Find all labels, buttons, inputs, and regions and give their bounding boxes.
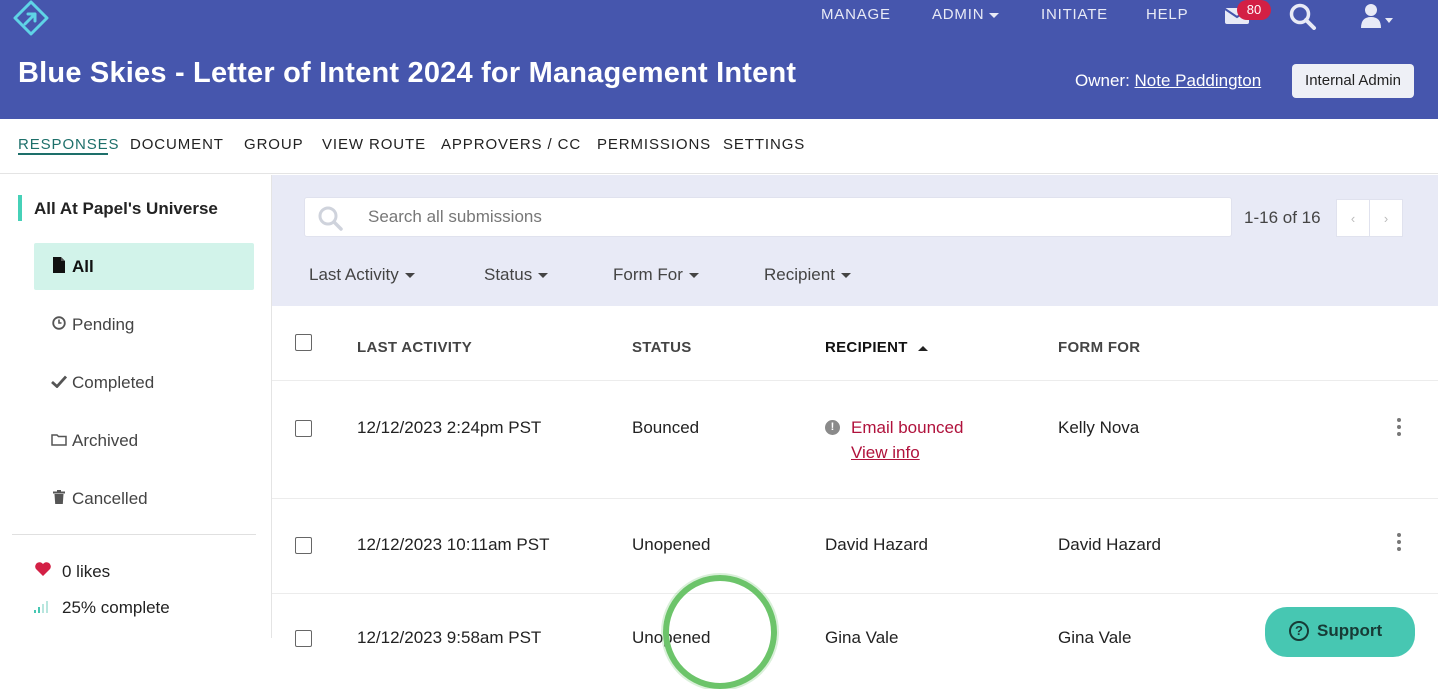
- view-info-link[interactable]: View info: [851, 443, 920, 463]
- sidebar-item-completed[interactable]: Completed: [34, 359, 254, 406]
- prev-page-button[interactable]: ‹: [1336, 199, 1370, 237]
- sort-ascending-icon: [917, 345, 928, 351]
- row-checkbox[interactable]: [295, 420, 312, 437]
- filter-form-for[interactable]: Form For: [613, 265, 699, 285]
- owner-label: Owner:: [1075, 71, 1130, 90]
- completion-stat: 25% complete: [34, 598, 170, 618]
- folder-icon: [50, 433, 68, 449]
- column-last-activity[interactable]: LAST ACTIVITY: [357, 339, 472, 356]
- app-logo-icon[interactable]: [11, 0, 51, 36]
- tab-document[interactable]: DOCUMENT: [130, 136, 224, 153]
- filter-last-activity[interactable]: Last Activity: [309, 265, 415, 285]
- check-icon: [50, 375, 68, 391]
- sidebar-item-archived[interactable]: Archived: [34, 417, 254, 464]
- sidebar-item-label: Archived: [72, 430, 139, 450]
- tab-approvers-cc[interactable]: APPROVERS / CC: [441, 136, 581, 153]
- support-button[interactable]: ? Support: [1265, 607, 1415, 657]
- nav-initiate[interactable]: INITIATE: [1041, 6, 1108, 23]
- filter-panel: [272, 175, 1438, 306]
- last-activity-cell: 12/12/2023 2:24pm PST: [357, 418, 542, 437]
- row-menu-icon[interactable]: [1394, 417, 1404, 437]
- loading-spinner: [663, 575, 777, 689]
- next-page-button[interactable]: ›: [1369, 199, 1403, 237]
- owner-info: Owner: Note Paddington: [1075, 71, 1261, 91]
- sidebar-group-title[interactable]: All At Papel's Universe: [34, 199, 218, 219]
- owner-link[interactable]: Note Paddington: [1135, 71, 1262, 90]
- tab-permissions[interactable]: PERMISSIONS: [597, 136, 711, 153]
- likes-count: 0 likes: [62, 561, 111, 581]
- nav-help[interactable]: HELP: [1146, 6, 1188, 23]
- internal-admin-button[interactable]: Internal Admin: [1292, 64, 1414, 98]
- clock-icon: [50, 316, 68, 333]
- row-divider: [272, 498, 1438, 499]
- recipient-cell: David Hazard: [825, 535, 928, 554]
- sidebar-item-pending[interactable]: Pending: [34, 301, 254, 348]
- status-cell: Bounced: [632, 418, 700, 437]
- trash-icon: [50, 490, 68, 507]
- form-for-cell: Kelly Nova: [1058, 418, 1140, 437]
- sidebar-item-label: All: [72, 256, 94, 276]
- filter-label: Status: [484, 265, 533, 284]
- tab-settings[interactable]: SETTINGS: [723, 136, 805, 153]
- row-divider: [272, 593, 1438, 594]
- support-label: Support: [1317, 621, 1383, 640]
- table-header-divider: [272, 380, 1438, 381]
- recipient-error: Email bounced: [851, 418, 964, 437]
- column-form-for[interactable]: FORM FOR: [1058, 339, 1140, 356]
- search-icon[interactable]: [1288, 2, 1318, 30]
- column-status[interactable]: STATUS: [632, 339, 692, 356]
- tab-view-route[interactable]: VIEW ROUTE: [322, 136, 426, 153]
- notification-badge: 80: [1237, 0, 1271, 20]
- chevron-down-icon: [404, 273, 415, 279]
- row-checkbox[interactable]: [295, 630, 312, 647]
- row-checkbox[interactable]: [295, 537, 312, 554]
- search-icon: [318, 206, 343, 231]
- page-title: Blue Skies - Letter of Intent 2024 for M…: [18, 57, 797, 89]
- column-label: RECIPIENT: [825, 339, 908, 356]
- pagination-range: 1-16 of 16: [1244, 208, 1321, 227]
- nav-admin-label: ADMIN: [932, 6, 985, 23]
- likes-stat: 0 likes: [34, 561, 110, 582]
- sidebar-item-all[interactable]: All: [34, 243, 254, 290]
- filter-label: Last Activity: [309, 265, 399, 284]
- chevron-down-icon: [840, 273, 851, 279]
- filter-recipient[interactable]: Recipient: [764, 265, 851, 285]
- sidebar-item-cancelled[interactable]: Cancelled: [34, 475, 254, 522]
- sidebar-item-label: Pending: [72, 314, 135, 334]
- chevron-right-icon: ›: [1383, 210, 1389, 226]
- chevron-left-icon: ‹: [1350, 210, 1356, 226]
- recipient-cell: Gina Vale: [825, 628, 899, 647]
- nav-manage[interactable]: MANAGE: [821, 6, 891, 23]
- sidebar-item-label: Completed: [72, 372, 155, 392]
- chevron-down-icon: [538, 273, 549, 279]
- signal-bars-icon: [34, 598, 54, 618]
- tab-responses[interactable]: RESPONSES: [18, 136, 119, 153]
- alert-icon: !: [825, 420, 840, 435]
- filter-status[interactable]: Status: [484, 265, 549, 285]
- search-input[interactable]: [368, 205, 1208, 229]
- completion-text: 25% complete: [62, 598, 170, 617]
- help-circle-icon: ?: [1289, 621, 1309, 641]
- last-activity-cell: 12/12/2023 10:11am PST: [357, 535, 550, 554]
- status-cell: Unopened: [632, 535, 711, 554]
- user-menu-icon[interactable]: [1360, 2, 1396, 30]
- sidebar-divider: [12, 534, 256, 535]
- group-indicator: [18, 195, 22, 221]
- chevron-down-icon: [688, 273, 699, 279]
- nav-admin[interactable]: ADMIN: [932, 6, 1000, 23]
- form-for-cell: Gina Vale: [1058, 628, 1132, 647]
- active-tab-indicator: [18, 153, 108, 155]
- select-all-checkbox[interactable]: [295, 334, 312, 351]
- filter-label: Form For: [613, 265, 683, 284]
- file-icon: [50, 257, 68, 276]
- column-recipient[interactable]: RECIPIENT: [825, 339, 928, 356]
- filter-label: Recipient: [764, 265, 835, 284]
- last-activity-cell: 12/12/2023 9:58am PST: [357, 628, 542, 647]
- form-for-cell: David Hazard: [1058, 535, 1161, 554]
- sidebar-item-label: Cancelled: [72, 488, 148, 508]
- tab-group[interactable]: GROUP: [244, 136, 304, 153]
- row-menu-icon[interactable]: [1394, 532, 1404, 552]
- chevron-down-icon: [989, 12, 1000, 18]
- heart-icon: [34, 561, 54, 582]
